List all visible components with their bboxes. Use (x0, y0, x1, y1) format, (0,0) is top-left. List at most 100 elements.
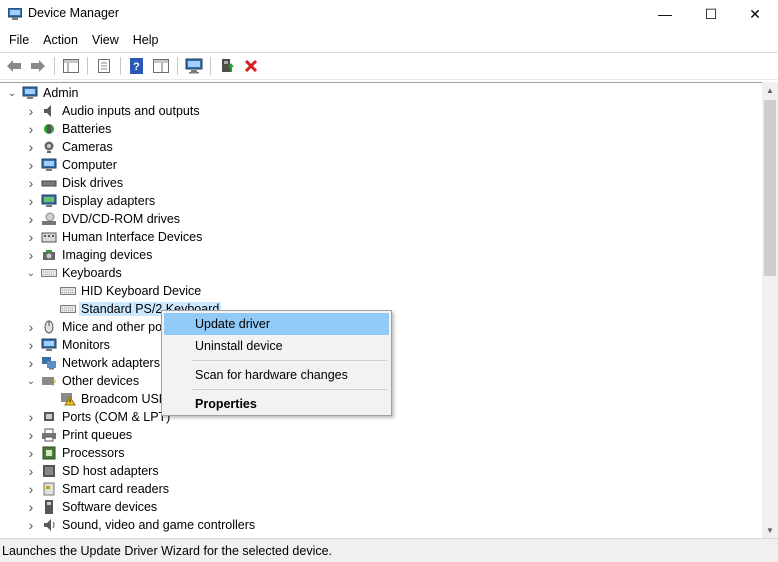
tree-item-label: Monitors (62, 338, 110, 352)
help-icon: ? (129, 58, 143, 74)
collapse-chevron-right-icon[interactable]: › (25, 517, 37, 533)
close-button[interactable]: ✕ (732, 0, 778, 28)
maximize-button[interactable]: ☐ (688, 0, 734, 28)
tree-root-admin[interactable]: ⌄ Admin (6, 84, 80, 102)
network-adapter-icon (41, 356, 57, 370)
camera-icon (41, 140, 57, 154)
tree-category[interactable]: › DVD/CD-ROM drives (25, 210, 182, 228)
uninstall-device-button[interactable] (239, 55, 262, 77)
scroll-down-arrow-icon[interactable]: ▼ (762, 522, 778, 538)
back-button[interactable] (2, 55, 25, 77)
collapse-chevron-right-icon[interactable]: › (25, 175, 37, 191)
collapse-chevron-right-icon[interactable]: › (25, 121, 37, 137)
forward-button[interactable] (26, 55, 49, 77)
context-uninstall-device[interactable]: Uninstall device (164, 335, 389, 357)
tree-category[interactable]: › Computer (25, 156, 119, 174)
context-scan-hardware-changes[interactable]: Scan for hardware changes (164, 364, 389, 386)
scan-hardware-button[interactable] (182, 55, 205, 77)
warning-device-icon (60, 392, 76, 406)
scroll-up-arrow-icon[interactable]: ▲ (762, 82, 778, 98)
collapse-chevron-right-icon[interactable]: › (25, 211, 37, 227)
tree-item-label: Display adapters (62, 194, 156, 208)
tree-item-label: Software devices (62, 500, 158, 514)
tree-category[interactable]: ⌄? Other devices (25, 372, 141, 390)
forward-arrow-icon (30, 60, 45, 72)
title-bar: Device Manager — ☐ ✕ (0, 0, 778, 28)
collapse-chevron-right-icon[interactable]: › (25, 337, 37, 353)
tree-device-item[interactable]: Broadcom USH (44, 390, 170, 408)
collapse-chevron-right-icon[interactable]: › (25, 463, 37, 479)
collapse-chevron-right-icon[interactable]: › (25, 481, 37, 497)
collapse-chevron-right-icon[interactable]: › (25, 409, 37, 425)
tree-category[interactable]: › Audio inputs and outputs (25, 102, 202, 120)
update-driver-icon (221, 59, 234, 72)
tree-category[interactable]: › Ports (COM & LPT) (25, 408, 172, 426)
hid-icon (41, 230, 57, 244)
context-update-driver[interactable]: Update driver (164, 313, 389, 335)
keyboard-child-icon (60, 302, 76, 316)
speaker-icon (41, 104, 57, 118)
tree-category[interactable]: › Network adapters (25, 354, 162, 372)
collapse-chevron-right-icon[interactable]: › (25, 157, 37, 173)
vertical-scrollbar[interactable]: ▲ ▼ (762, 82, 778, 538)
tree-category[interactable]: ⌄ Keyboards (25, 264, 124, 282)
tree-category[interactable]: › Print queues (25, 426, 134, 444)
tree-category[interactable]: › Processors (25, 444, 127, 462)
tree-category[interactable]: › Monitors (25, 336, 112, 354)
menu-view[interactable]: View (85, 30, 126, 50)
menu-bar: File Action View Help (0, 28, 778, 52)
tree-item-label: Computer (62, 158, 117, 172)
menu-action[interactable]: Action (36, 30, 85, 50)
collapse-chevron-right-icon[interactable]: › (25, 499, 37, 515)
tree-category[interactable]: › Human Interface Devices (25, 228, 204, 246)
expand-chevron-down-icon[interactable]: ⌄ (25, 267, 37, 279)
processor-icon (41, 446, 57, 460)
tree-category[interactable]: › Sound, video and game controllers (25, 516, 257, 534)
tree-category[interactable]: › Mice and other po (25, 318, 164, 336)
menu-help[interactable]: Help (126, 30, 166, 50)
imaging-device-icon (41, 248, 57, 262)
tree-category[interactable]: › Software devices (25, 498, 159, 516)
tree-category[interactable]: › Batteries (25, 120, 113, 138)
update-driver-button[interactable] (215, 55, 238, 77)
back-arrow-icon (6, 60, 21, 72)
context-properties[interactable]: Properties (164, 393, 389, 415)
collapse-chevron-right-icon[interactable]: › (25, 139, 37, 155)
menu-file[interactable]: File (2, 30, 36, 50)
collapse-chevron-right-icon[interactable]: › (25, 247, 37, 263)
mouse-icon (41, 320, 57, 334)
action-pane-button[interactable] (149, 55, 172, 77)
tree-item-label: Smart card readers (62, 482, 169, 496)
device-manager-icon (8, 8, 22, 20)
tree-category[interactable]: › Imaging devices (25, 246, 154, 264)
collapse-chevron-right-icon[interactable]: › (25, 103, 37, 119)
collapse-chevron-right-icon[interactable]: › (25, 229, 37, 245)
minimize-button[interactable]: — (642, 0, 688, 28)
tree-item-label: Human Interface Devices (62, 230, 203, 244)
collapse-chevron-right-icon[interactable]: › (25, 355, 37, 371)
tree-item-label: Disk drives (62, 176, 124, 190)
properties-button[interactable] (92, 55, 115, 77)
tree-item-label: Mice and other po (62, 320, 163, 334)
tree-category[interactable]: › Display adapters (25, 192, 157, 210)
expand-chevron-down-icon[interactable]: ⌄ (6, 87, 18, 99)
collapse-chevron-right-icon[interactable]: › (25, 445, 37, 461)
dvd-drive-icon (41, 212, 57, 226)
tree-item-label: Ports (COM & LPT) (62, 410, 171, 424)
tree-category[interactable]: › Cameras (25, 138, 115, 156)
keyboard-child-icon (60, 284, 76, 298)
show-hide-console-tree-button[interactable] (59, 55, 82, 77)
tree-category[interactable]: › Disk drives (25, 174, 125, 192)
tree-category[interactable]: › Smart card readers (25, 480, 171, 498)
help-button[interactable]: ? (125, 55, 148, 77)
scrollbar-thumb[interactable] (764, 100, 776, 276)
expand-chevron-down-icon[interactable]: ⌄ (25, 375, 37, 387)
collapse-chevron-right-icon[interactable]: › (25, 427, 37, 443)
action-pane-icon (152, 59, 169, 73)
collapse-chevron-right-icon[interactable]: › (25, 193, 37, 209)
tree-category[interactable]: › SD host adapters (25, 462, 161, 480)
tree-device-item[interactable]: HID Keyboard Device (44, 282, 203, 300)
collapse-chevron-right-icon[interactable]: › (25, 319, 37, 335)
close-icon: ✕ (749, 5, 761, 22)
